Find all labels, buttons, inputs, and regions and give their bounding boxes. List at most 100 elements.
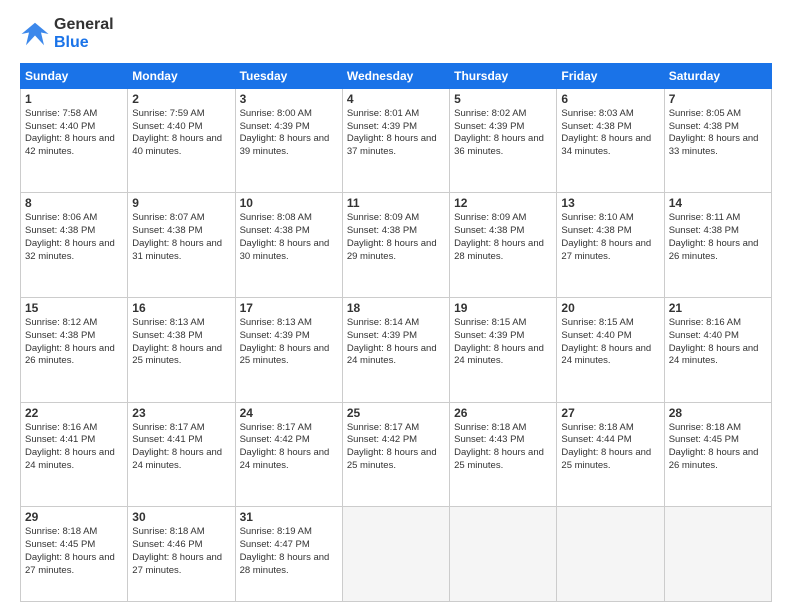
calendar-header-row: SundayMondayTuesdayWednesdayThursdayFrid… (21, 63, 772, 88)
daylight-label: Daylight: 8 hours and 30 minutes. (240, 238, 330, 262)
logo-text: General Blue (54, 16, 114, 53)
sunset-label: Sunset: 4:39 PM (347, 330, 417, 341)
day-info: Sunrise: 8:18 AM Sunset: 4:44 PM Dayligh… (561, 422, 659, 473)
calendar-cell: 6 Sunrise: 8:03 AM Sunset: 4:38 PM Dayli… (557, 88, 664, 193)
day-number: 24 (240, 406, 338, 420)
sunrise-label: Sunrise: 8:00 AM (240, 108, 312, 119)
sunrise-label: Sunrise: 8:19 AM (240, 526, 312, 537)
sunset-label: Sunset: 4:43 PM (454, 434, 524, 445)
sunset-label: Sunset: 4:38 PM (25, 225, 95, 236)
sunset-label: Sunset: 4:38 PM (669, 225, 739, 236)
day-info: Sunrise: 8:03 AM Sunset: 4:38 PM Dayligh… (561, 108, 659, 159)
calendar-cell: 13 Sunrise: 8:10 AM Sunset: 4:38 PM Dayl… (557, 193, 664, 298)
sunrise-label: Sunrise: 8:14 AM (347, 317, 419, 328)
daylight-label: Daylight: 8 hours and 34 minutes. (561, 133, 651, 157)
daylight-label: Daylight: 8 hours and 24 minutes. (669, 343, 759, 367)
day-info: Sunrise: 8:05 AM Sunset: 4:38 PM Dayligh… (669, 108, 767, 159)
sunrise-label: Sunrise: 8:12 AM (25, 317, 97, 328)
day-info: Sunrise: 8:19 AM Sunset: 4:47 PM Dayligh… (240, 526, 338, 577)
day-info: Sunrise: 8:18 AM Sunset: 4:43 PM Dayligh… (454, 422, 552, 473)
sunset-label: Sunset: 4:40 PM (132, 121, 202, 132)
daylight-label: Daylight: 8 hours and 24 minutes. (561, 343, 651, 367)
daylight-label: Daylight: 8 hours and 24 minutes. (454, 343, 544, 367)
calendar-cell: 15 Sunrise: 8:12 AM Sunset: 4:38 PM Dayl… (21, 298, 128, 403)
daylight-label: Daylight: 8 hours and 32 minutes. (25, 238, 115, 262)
logo: General Blue (20, 16, 114, 53)
day-number: 3 (240, 92, 338, 106)
day-number: 19 (454, 301, 552, 315)
day-number: 8 (25, 196, 123, 210)
day-number: 9 (132, 196, 230, 210)
logo-icon (20, 19, 50, 49)
sunrise-label: Sunrise: 8:07 AM (132, 212, 204, 223)
daylight-label: Daylight: 8 hours and 25 minutes. (347, 447, 437, 471)
sunrise-label: Sunrise: 8:01 AM (347, 108, 419, 119)
day-number: 13 (561, 196, 659, 210)
sunrise-label: Sunrise: 8:13 AM (240, 317, 312, 328)
day-info: Sunrise: 8:17 AM Sunset: 4:41 PM Dayligh… (132, 422, 230, 473)
daylight-label: Daylight: 8 hours and 26 minutes. (669, 447, 759, 471)
day-info: Sunrise: 8:18 AM Sunset: 4:45 PM Dayligh… (25, 526, 123, 577)
day-number: 22 (25, 406, 123, 420)
calendar-cell: 14 Sunrise: 8:11 AM Sunset: 4:38 PM Dayl… (664, 193, 771, 298)
day-info: Sunrise: 8:18 AM Sunset: 4:45 PM Dayligh… (669, 422, 767, 473)
calendar-cell: 26 Sunrise: 8:18 AM Sunset: 4:43 PM Dayl… (450, 402, 557, 507)
calendar-cell: 24 Sunrise: 8:17 AM Sunset: 4:42 PM Dayl… (235, 402, 342, 507)
daylight-label: Daylight: 8 hours and 42 minutes. (25, 133, 115, 157)
sunrise-label: Sunrise: 7:58 AM (25, 108, 97, 119)
day-info: Sunrise: 8:18 AM Sunset: 4:46 PM Dayligh… (132, 526, 230, 577)
sunrise-label: Sunrise: 8:09 AM (347, 212, 419, 223)
calendar-cell (342, 507, 449, 602)
sunrise-label: Sunrise: 8:18 AM (132, 526, 204, 537)
day-number: 2 (132, 92, 230, 106)
day-info: Sunrise: 8:15 AM Sunset: 4:40 PM Dayligh… (561, 317, 659, 368)
calendar-cell: 17 Sunrise: 8:13 AM Sunset: 4:39 PM Dayl… (235, 298, 342, 403)
day-number: 27 (561, 406, 659, 420)
daylight-label: Daylight: 8 hours and 40 minutes. (132, 133, 222, 157)
daylight-label: Daylight: 8 hours and 25 minutes. (240, 343, 330, 367)
calendar-cell: 18 Sunrise: 8:14 AM Sunset: 4:39 PM Dayl… (342, 298, 449, 403)
calendar-cell: 25 Sunrise: 8:17 AM Sunset: 4:42 PM Dayl… (342, 402, 449, 507)
sunset-label: Sunset: 4:40 PM (669, 330, 739, 341)
day-number: 10 (240, 196, 338, 210)
daylight-label: Daylight: 8 hours and 33 minutes. (669, 133, 759, 157)
daylight-label: Daylight: 8 hours and 31 minutes. (132, 238, 222, 262)
day-info: Sunrise: 7:59 AM Sunset: 4:40 PM Dayligh… (132, 108, 230, 159)
header: General Blue (20, 16, 772, 53)
sunrise-label: Sunrise: 8:17 AM (132, 422, 204, 433)
day-info: Sunrise: 8:12 AM Sunset: 4:38 PM Dayligh… (25, 317, 123, 368)
calendar-cell (664, 507, 771, 602)
day-info: Sunrise: 8:01 AM Sunset: 4:39 PM Dayligh… (347, 108, 445, 159)
calendar-table: SundayMondayTuesdayWednesdayThursdayFrid… (20, 63, 772, 602)
calendar-cell: 27 Sunrise: 8:18 AM Sunset: 4:44 PM Dayl… (557, 402, 664, 507)
calendar-cell: 12 Sunrise: 8:09 AM Sunset: 4:38 PM Dayl… (450, 193, 557, 298)
day-info: Sunrise: 7:58 AM Sunset: 4:40 PM Dayligh… (25, 108, 123, 159)
sunrise-label: Sunrise: 8:18 AM (454, 422, 526, 433)
day-number: 31 (240, 510, 338, 524)
daylight-label: Daylight: 8 hours and 27 minutes. (25, 552, 115, 576)
daylight-label: Daylight: 8 hours and 28 minutes. (454, 238, 544, 262)
sunset-label: Sunset: 4:39 PM (240, 330, 310, 341)
day-info: Sunrise: 8:02 AM Sunset: 4:39 PM Dayligh… (454, 108, 552, 159)
calendar-cell: 19 Sunrise: 8:15 AM Sunset: 4:39 PM Dayl… (450, 298, 557, 403)
sunset-label: Sunset: 4:47 PM (240, 539, 310, 550)
sunset-label: Sunset: 4:38 PM (347, 225, 417, 236)
day-number: 26 (454, 406, 552, 420)
day-header-wednesday: Wednesday (342, 63, 449, 88)
sunrise-label: Sunrise: 7:59 AM (132, 108, 204, 119)
sunrise-label: Sunrise: 8:17 AM (347, 422, 419, 433)
sunset-label: Sunset: 4:46 PM (132, 539, 202, 550)
sunset-label: Sunset: 4:39 PM (347, 121, 417, 132)
daylight-label: Daylight: 8 hours and 26 minutes. (25, 343, 115, 367)
day-info: Sunrise: 8:15 AM Sunset: 4:39 PM Dayligh… (454, 317, 552, 368)
sunrise-label: Sunrise: 8:17 AM (240, 422, 312, 433)
day-info: Sunrise: 8:17 AM Sunset: 4:42 PM Dayligh… (240, 422, 338, 473)
day-info: Sunrise: 8:17 AM Sunset: 4:42 PM Dayligh… (347, 422, 445, 473)
daylight-label: Daylight: 8 hours and 24 minutes. (240, 447, 330, 471)
day-info: Sunrise: 8:13 AM Sunset: 4:39 PM Dayligh… (240, 317, 338, 368)
calendar-cell: 7 Sunrise: 8:05 AM Sunset: 4:38 PM Dayli… (664, 88, 771, 193)
sunset-label: Sunset: 4:41 PM (132, 434, 202, 445)
week-row-2: 8 Sunrise: 8:06 AM Sunset: 4:38 PM Dayli… (21, 193, 772, 298)
sunset-label: Sunset: 4:39 PM (454, 330, 524, 341)
calendar-cell: 31 Sunrise: 8:19 AM Sunset: 4:47 PM Dayl… (235, 507, 342, 602)
